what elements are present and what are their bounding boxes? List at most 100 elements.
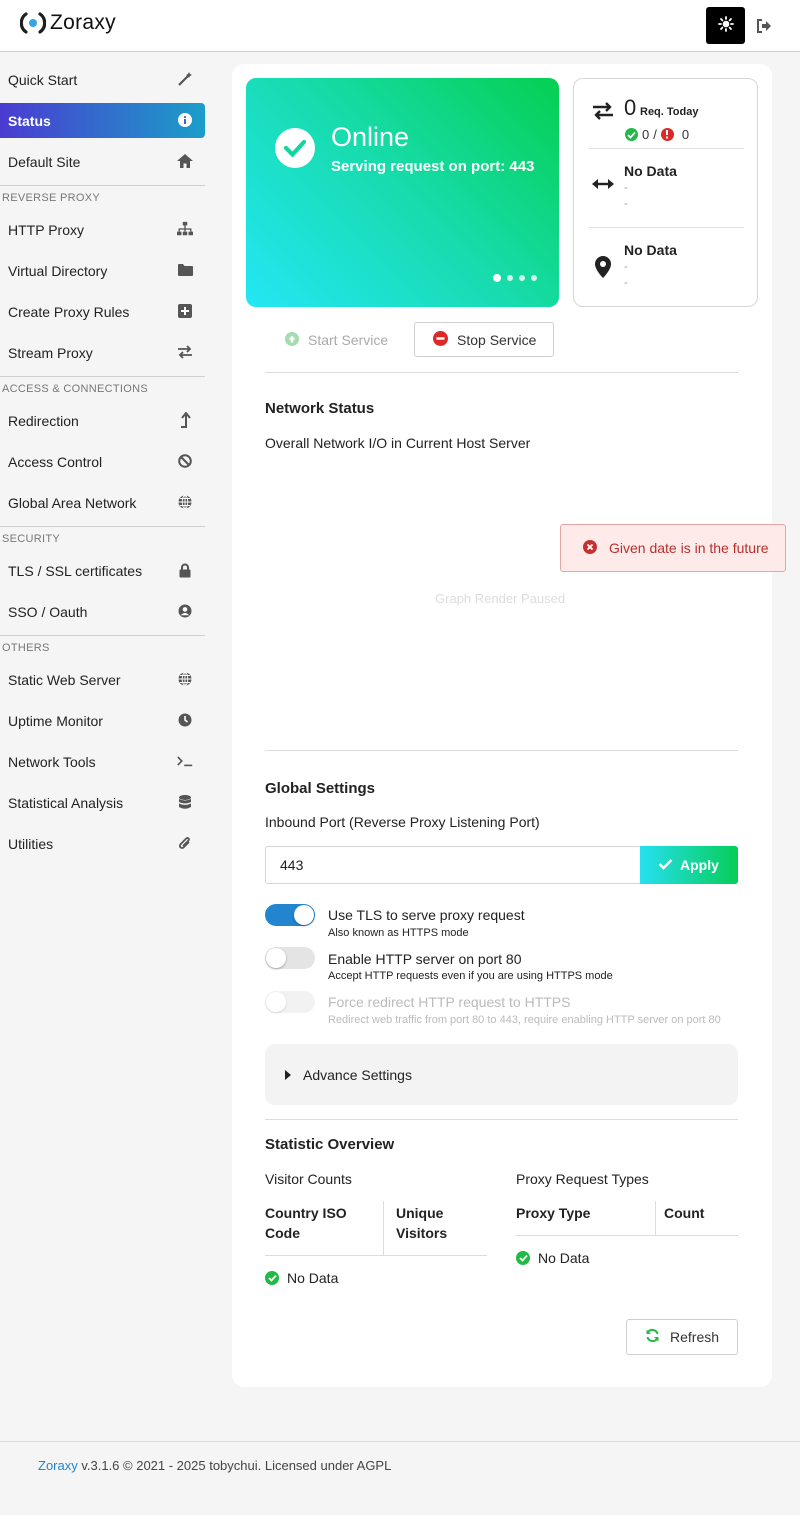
footer: Zoraxy v.3.1.6 © 2021 - 2025 tobychui. L…: [0, 1441, 800, 1515]
sidebar-item-http-proxy[interactable]: HTTP Proxy: [0, 212, 205, 247]
bandwidth-row: No Data - -: [588, 159, 744, 219]
sun-icon: [717, 16, 734, 35]
statistic-overview-heading: Statistic Overview: [265, 1136, 395, 1153]
stats-card: 0 Req. Today 0 / 0 No Data - - No Data -…: [573, 78, 758, 307]
check-circle-icon: [265, 1271, 279, 1285]
check-icon: [625, 128, 638, 141]
sidebar-item-utilities[interactable]: Utilities: [0, 826, 205, 861]
divider: [265, 372, 738, 373]
footer-text: Zoraxy v.3.1.6 © 2021 - 2025 tobychui. L…: [38, 1458, 391, 1473]
sidebar-item-label: Stream Proxy: [8, 344, 93, 361]
sidebar-item-static-web-server[interactable]: Static Web Server: [0, 662, 205, 697]
force-redirect-toggle[interactable]: [265, 991, 315, 1013]
info-circle-icon: [177, 112, 193, 128]
carousel-dot[interactable]: [519, 275, 525, 281]
graph-paused-text: Graph Render Paused: [435, 591, 566, 606]
sidebar-item-sso-oauth[interactable]: SSO / Oauth: [0, 594, 205, 629]
sidebar: Quick Start Status Default Site REVERSE …: [0, 62, 205, 867]
sidebar-item-virtual-directory[interactable]: Virtual Directory: [0, 253, 205, 288]
stop-service-label: Stop Service: [457, 331, 537, 348]
col-header-line: Visitors: [396, 1225, 448, 1241]
col-unique-visitors[interactable]: Unique Visitors: [396, 1203, 447, 1243]
advance-settings-label: Advance Settings: [303, 1066, 412, 1083]
section-others: OTHERS: [0, 635, 205, 662]
sidebar-item-global-area-network[interactable]: Global Area Network: [0, 485, 205, 520]
network-status-heading: Network Status: [265, 400, 375, 417]
lock-icon: [177, 562, 193, 578]
section-reverse-proxy: REVERSE PROXY: [0, 185, 205, 212]
sidebar-item-uptime-monitor[interactable]: Uptime Monitor: [0, 703, 205, 738]
ban-icon: [177, 453, 193, 469]
sidebar-item-network-tools[interactable]: Network Tools: [0, 744, 205, 779]
carousel-dots[interactable]: [493, 274, 537, 282]
sidebar-item-statistical-analysis[interactable]: Statistical Analysis: [0, 785, 205, 820]
status-title: Online: [331, 122, 410, 152]
globe-icon: [177, 494, 193, 510]
sitemap-icon: [177, 221, 193, 237]
sidebar-item-label: Status: [8, 112, 51, 129]
sidebar-item-access-control[interactable]: Access Control: [0, 444, 205, 479]
carousel-dot[interactable]: [493, 274, 501, 282]
error-toast[interactable]: Given date is in the future: [560, 524, 786, 572]
http-port80-sub: Accept HTTP requests even if you are usi…: [328, 970, 613, 982]
carousel-dot[interactable]: [531, 275, 537, 281]
location-title: No Data: [624, 242, 677, 258]
times-circle-icon: [583, 539, 597, 557]
sidebar-item-quick-start[interactable]: Quick Start: [0, 62, 205, 97]
stop-service-button[interactable]: Stop Service: [414, 322, 554, 357]
logout-icon[interactable]: [755, 17, 773, 35]
advance-settings-accordion[interactable]: Advance Settings: [265, 1044, 738, 1105]
footer-zoraxy-link[interactable]: Zoraxy: [38, 1458, 78, 1473]
status-card: Online Serving request on port: 443: [246, 78, 559, 307]
sidebar-item-status[interactable]: Status: [0, 103, 205, 138]
location-line2: -: [624, 277, 628, 289]
sidebar-item-label: Uptime Monitor: [8, 712, 103, 729]
globe-icon: [177, 671, 193, 687]
sidebar-item-redirection[interactable]: Redirection: [0, 403, 205, 438]
col-count[interactable]: Count: [664, 1203, 704, 1223]
refresh-button[interactable]: Refresh: [626, 1319, 738, 1355]
status-subtitle: Serving request on port: 443: [331, 158, 535, 175]
force-redirect-label: Force redirect HTTP request to HTTPS: [328, 994, 571, 1010]
start-service-button[interactable]: Start Service: [271, 323, 401, 357]
apply-button[interactable]: Apply: [640, 846, 738, 884]
sidebar-item-label: Network Tools: [8, 753, 96, 770]
tls-toggle-sub: Also known as HTTPS mode: [328, 927, 469, 939]
column-divider: [383, 1201, 384, 1255]
inbound-port-input[interactable]: [265, 846, 641, 884]
sidebar-item-create-proxy-rules[interactable]: Create Proxy Rules: [0, 294, 205, 329]
check-icon: [658, 857, 673, 873]
bandwidth-title: No Data: [624, 163, 677, 179]
footer-copyright: v.3.1.6 © 2021 - 2025 tobychui. Licensed…: [77, 1458, 392, 1473]
paperclip-icon: [177, 835, 193, 851]
carousel-dot[interactable]: [507, 275, 513, 281]
force-redirect-sub: Redirect web traffic from port 80 to 443…: [328, 1014, 721, 1026]
col-country-iso-code[interactable]: Country ISO Code: [265, 1203, 347, 1243]
sidebar-item-stream-proxy[interactable]: Stream Proxy: [0, 335, 205, 370]
caret-right-icon: [285, 1067, 291, 1083]
tls-toggle[interactable]: [265, 904, 315, 926]
magic-wand-icon: [177, 71, 193, 87]
table-header-divider: [516, 1235, 738, 1236]
visitor-counts-title: Visitor Counts: [265, 1171, 352, 1187]
theme-toggle-button[interactable]: [706, 7, 745, 44]
col-proxy-type[interactable]: Proxy Type: [516, 1203, 590, 1223]
zoraxy-logo-icon: [19, 10, 47, 36]
logo[interactable]: Zoraxy: [19, 10, 116, 36]
section-security: SECURITY: [0, 526, 205, 553]
tls-toggle-label: Use TLS to serve proxy request: [328, 907, 525, 923]
sidebar-item-default-site[interactable]: Default Site: [0, 144, 205, 179]
check-circle-icon: [516, 1251, 530, 1265]
inbound-port-label: Inbound Port (Reverse Proxy Listening Po…: [265, 814, 540, 830]
sidebar-item-label: Create Proxy Rules: [8, 303, 130, 320]
global-settings-heading: Global Settings: [265, 780, 376, 797]
database-icon: [177, 794, 193, 810]
sidebar-item-tls-ssl[interactable]: TLS / SSL certificates: [0, 553, 205, 588]
sidebar-item-label: Statistical Analysis: [8, 794, 124, 811]
clock-icon: [177, 712, 193, 728]
http-port80-toggle[interactable]: [265, 947, 315, 969]
proxy-empty-row: No Data: [516, 1250, 589, 1266]
terminal-icon: [177, 753, 193, 769]
sidebar-item-label: HTTP Proxy: [8, 221, 84, 238]
check-circle-icon: [275, 128, 315, 168]
